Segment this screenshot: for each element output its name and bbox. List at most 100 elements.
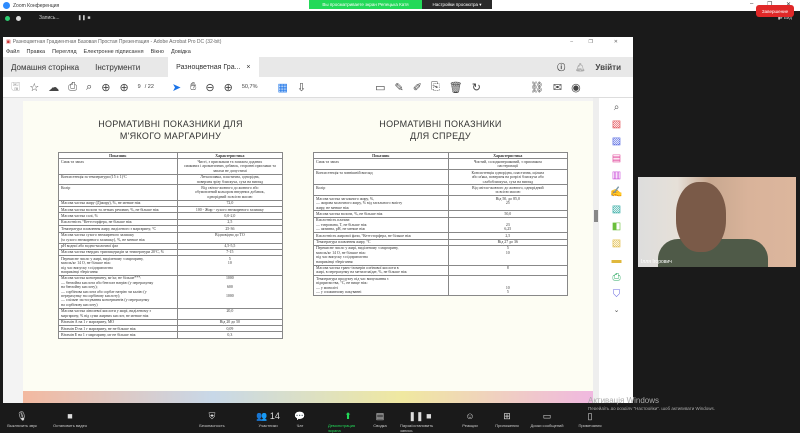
indicator-cell: Колір: [58, 184, 178, 201]
menu-help[interactable]: Довідка: [171, 49, 191, 55]
view-settings-dropdown[interactable]: Настройки просмотра ▾: [422, 0, 492, 9]
select-cursor-icon[interactable]: ➤: [172, 81, 181, 94]
recording-control-label: Пауза/остановить запись: [400, 423, 434, 433]
menu-window[interactable]: Вікно: [151, 49, 164, 55]
save-icon[interactable]: 🖫: [11, 78, 20, 97]
table-row: Вітамін Е на 1 г маргарину, мг не більше…: [58, 331, 284, 339]
characteristic-cell: Від світло-жовтого до жовтого, однорідни…: [447, 184, 569, 197]
help-icon[interactable]: ⓘ: [557, 62, 565, 73]
rotate-icon[interactable]: ↻: [472, 81, 481, 94]
link-icon[interactable]: ⛓: [530, 81, 544, 94]
menu-bar: Файл Правка Перегляд Електронне підписання В…: [3, 47, 633, 57]
indicator-cell: Перекисне число у жирі, виділеному з мар…: [58, 255, 178, 276]
reactions-icon: ☺: [465, 411, 475, 421]
table-row: Масова частка транс-ізомерів олеїнової к…: [313, 264, 569, 277]
mute-button[interactable]: 🎙 Выключить звук: [2, 410, 42, 428]
sign-in-button[interactable]: Увійти: [595, 63, 621, 72]
export-pdf-icon[interactable]: ▧: [612, 204, 621, 215]
create-pdf-icon[interactable]: ▧: [612, 119, 621, 130]
chat-button[interactable]: 💬 Чат: [280, 410, 320, 428]
bell-icon[interactable]: 🔔︎: [575, 63, 585, 72]
recording-control-icon: ❚❚ ■: [408, 411, 432, 421]
organize-pages-icon[interactable]: ▤: [612, 153, 621, 164]
security-button[interactable]: ⛨ Безопасность: [192, 410, 232, 428]
chat-label: Чат: [296, 423, 304, 428]
recording-control-button[interactable]: ❚❚ ■ Пауза/остановить запись: [400, 410, 440, 433]
table-row: Масова частка загального жиру, %, — жиро…: [313, 195, 569, 212]
settings-icon[interactable]: [16, 15, 21, 21]
zoom-search-icon[interactable]: ⌕: [86, 81, 92, 94]
tab-document[interactable]: Разноцветная Гра... ×: [168, 57, 259, 77]
pause-recording-icon[interactable]: ❚❚ ■: [78, 15, 91, 21]
prev-page-icon[interactable]: ⊕: [101, 81, 110, 94]
tab-home[interactable]: Домашня сторінка: [3, 57, 87, 77]
whiteboards-button[interactable]: ▭ Доски сообщений: [527, 410, 567, 428]
zoom-tool-icon[interactable]: ⌕: [614, 102, 620, 113]
acrobat-window: ▣ Разноцветная Градиентная Базовая Проста…: [3, 37, 633, 403]
share-user-icon[interactable]: ◉: [571, 81, 581, 94]
security-icon: ⛨: [208, 411, 216, 421]
request-sign-icon[interactable]: ▧: [612, 238, 621, 249]
stop-video-label: Остановить видео: [52, 423, 88, 428]
zoom-in-icon[interactable]: ⊕: [224, 81, 233, 94]
comment-icon[interactable]: ▭: [375, 81, 385, 94]
tab-close-icon[interactable]: ×: [246, 64, 250, 71]
compress-icon[interactable]: ◧: [612, 221, 621, 232]
fill-sign-icon[interactable]: ✍: [610, 187, 622, 198]
menu-edit[interactable]: Правка: [27, 49, 46, 55]
recording-status: Запись...: [39, 15, 60, 21]
more-tools-chevron-icon[interactable]: ⌄: [614, 306, 620, 314]
combine-files-icon[interactable]: ▨: [612, 136, 621, 147]
hand-tool-icon[interactable]: ✋︎: [190, 81, 196, 94]
participants-label: Участники: [258, 423, 278, 428]
acrobat-tabs: Домашня сторінка Інструменти Разноцветна…: [3, 57, 633, 77]
indicator-cell: Масова частка загального жиру, %, — жиро…: [313, 195, 449, 212]
summary-button[interactable]: ▤ Сводка: [360, 410, 400, 428]
table-row: Консистенція та зовнішній вигляд Консисте…: [313, 169, 569, 186]
print-icon[interactable]: ⎙: [68, 81, 77, 94]
vertical-scrollbar[interactable]: [593, 98, 599, 403]
page-number-input[interactable]: 9: [138, 84, 141, 90]
bookmark-star-icon[interactable]: ☆: [29, 81, 39, 94]
zoom-level-dropdown[interactable]: 50,7%: [242, 84, 258, 90]
tab-tools[interactable]: Інструменти: [87, 57, 148, 77]
email-icon[interactable]: ✉: [553, 81, 562, 94]
delete-icon[interactable]: 🗑︎: [449, 81, 463, 94]
zoom-out-icon[interactable]: ⊖: [205, 81, 214, 94]
acrobat-close-icon[interactable]: ✕: [614, 39, 618, 45]
acrobat-minimize-icon[interactable]: –: [570, 39, 573, 45]
protect-icon[interactable]: ⛉: [613, 289, 621, 300]
table-row: Масова частка лінолевої кислоти у жирі, …: [58, 307, 284, 320]
comment-tool-icon[interactable]: ▬: [612, 255, 622, 266]
participant-video[interactable]: Ілля Ігорович: [638, 177, 796, 267]
reactions-button[interactable]: ☺ Реакции: [450, 410, 490, 428]
notes-button[interactable]: ▯ Примечания: [570, 410, 610, 428]
next-page-icon[interactable]: ⊕: [119, 81, 128, 94]
stop-video-button[interactable]: ■ Остановить видео: [50, 410, 90, 428]
page-fit-icon[interactable]: ▦: [277, 81, 287, 94]
acrobat-restore-icon[interactable]: ❐: [589, 39, 593, 45]
stamp-icon[interactable]: ⎘: [431, 81, 440, 94]
menu-sign[interactable]: Електронне підписання: [84, 49, 144, 55]
indicator-cell: Масова частка консерванту, мг/кг, не біл…: [58, 274, 178, 309]
menu-view[interactable]: Перегляд: [52, 49, 76, 55]
highlight-pen-icon[interactable]: ✎: [395, 81, 404, 94]
acrobat-toolbar: 🖫 ☆ ☁ ⎙ ⌕ ⊕ ⊕ 9/ 22 ➤ ✋︎ ⊖ ⊕ 50,7% ▦ ⇩ ▭ ✎ ✐ ⎘ 🗑︎ ↻ ⛓ ✉ ◉: [3, 77, 633, 98]
whiteboards-icon: ▭: [542, 411, 552, 421]
table-row: Смак та запах Чистий, солодковершковий, з…: [313, 158, 569, 171]
upload-cloud-icon[interactable]: ☁: [48, 81, 59, 94]
print-production-icon[interactable]: ⎙: [613, 272, 621, 283]
margarine-table: Показник Характеристика Смак та запах Чистi…: [58, 151, 284, 339]
indicator-cell: Температура продукту під час випускання …: [313, 275, 449, 296]
apps-button[interactable]: ⊞ Приложения: [487, 410, 527, 428]
zoom-logo-icon: [3, 2, 10, 9]
table-row: Смак та запах Чистi, з присмаком та запах…: [58, 158, 284, 175]
edit-pdf-icon[interactable]: ▥: [612, 170, 621, 181]
end-meeting-button[interactable]: Завершение: [756, 5, 794, 17]
draw-icon[interactable]: ✐: [413, 81, 422, 94]
menu-file[interactable]: Файл: [6, 49, 20, 55]
minimize-icon[interactable]: –: [750, 1, 753, 7]
scrollbar-thumb[interactable]: [594, 210, 598, 222]
left-title-line2: М'ЯКОГО МАРГАРИНУ: [119, 131, 222, 141]
scroll-mode-icon[interactable]: ⇩: [297, 81, 306, 94]
